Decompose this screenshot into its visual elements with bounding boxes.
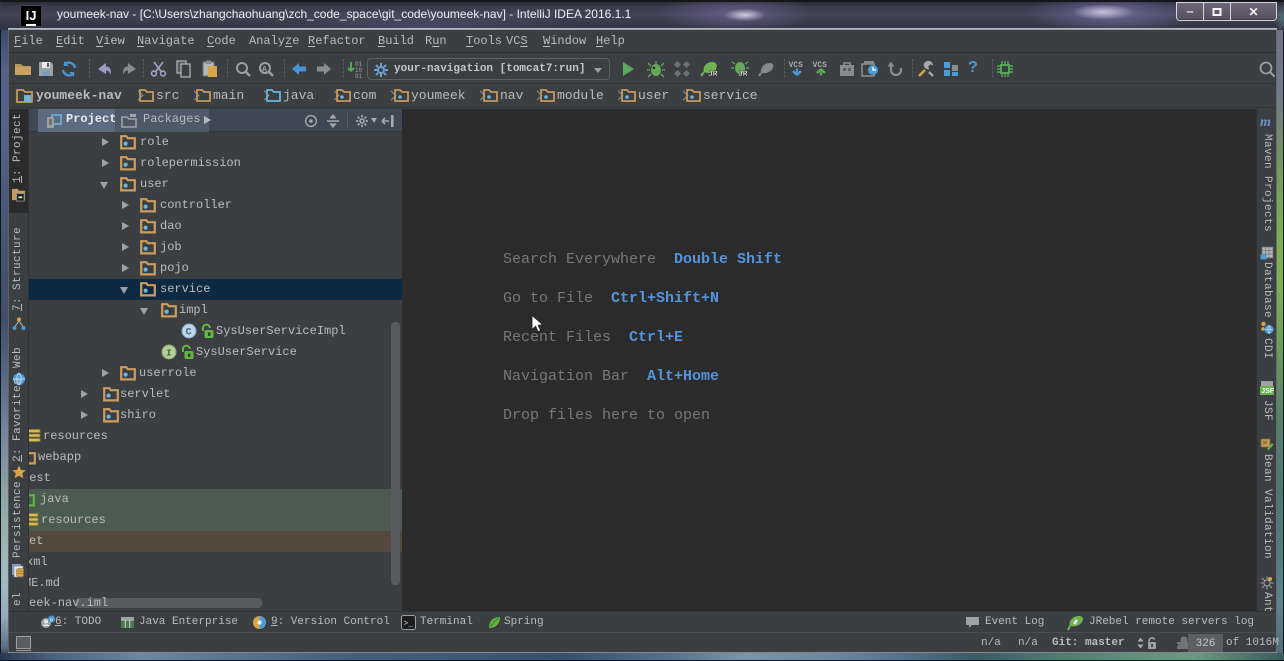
svg-text:JR: JR	[708, 70, 718, 78]
svg-text:JSF: JSF	[1261, 388, 1275, 395]
svg-text:A: A	[262, 66, 267, 75]
svg-text:01: 01	[355, 73, 363, 78]
svg-text:>_: >_	[404, 620, 414, 629]
svg-text:JR: JR	[738, 70, 748, 78]
svg-text:e: e	[50, 616, 53, 623]
